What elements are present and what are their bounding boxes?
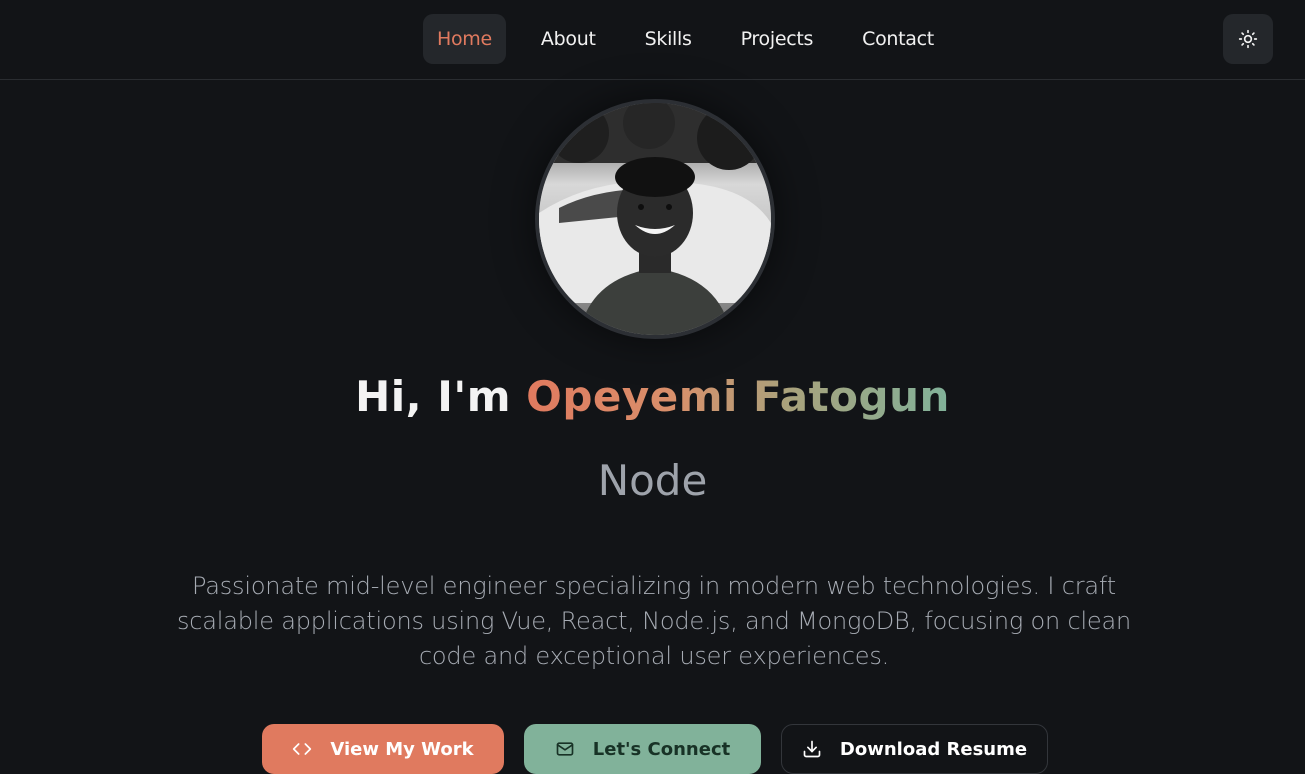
view-work-button[interactable]: View My Work	[262, 724, 504, 774]
code-icon	[293, 743, 312, 755]
download-resume-label: Download Resume	[839, 738, 1028, 760]
nav-link-contact[interactable]: Contact	[848, 14, 948, 64]
hero-role-typed: Node	[597, 456, 708, 505]
hero-bio: Passionate mid-level engineer specializi…	[176, 572, 1132, 670]
connect-label: Let's Connect	[592, 738, 731, 760]
connect-button[interactable]: Let's Connect	[524, 724, 761, 774]
view-work-label: View My Work	[330, 738, 474, 760]
mail-icon	[556, 742, 574, 756]
hero-heading: Hi, I'm Opeyemi Fatogun	[0, 372, 1305, 421]
nav-links: Home About Skills Projects Contact	[423, 14, 969, 64]
nav-link-about[interactable]: About	[527, 14, 610, 64]
hero-greeting: Hi, I'm	[355, 372, 511, 421]
top-navbar: Home About Skills Projects Contact	[0, 0, 1305, 80]
sun-icon	[1238, 29, 1258, 49]
nav-link-skills[interactable]: Skills	[631, 14, 706, 64]
profile-avatar	[535, 99, 775, 339]
profile-photo	[539, 103, 771, 335]
nav-link-projects[interactable]: Projects	[727, 14, 828, 64]
theme-toggle-button[interactable]	[1223, 14, 1273, 64]
hero-name: Opeyemi Fatogun	[526, 372, 950, 421]
download-icon	[803, 740, 821, 758]
nav-link-home[interactable]: Home	[423, 14, 506, 64]
download-resume-button[interactable]: Download Resume	[781, 724, 1048, 774]
